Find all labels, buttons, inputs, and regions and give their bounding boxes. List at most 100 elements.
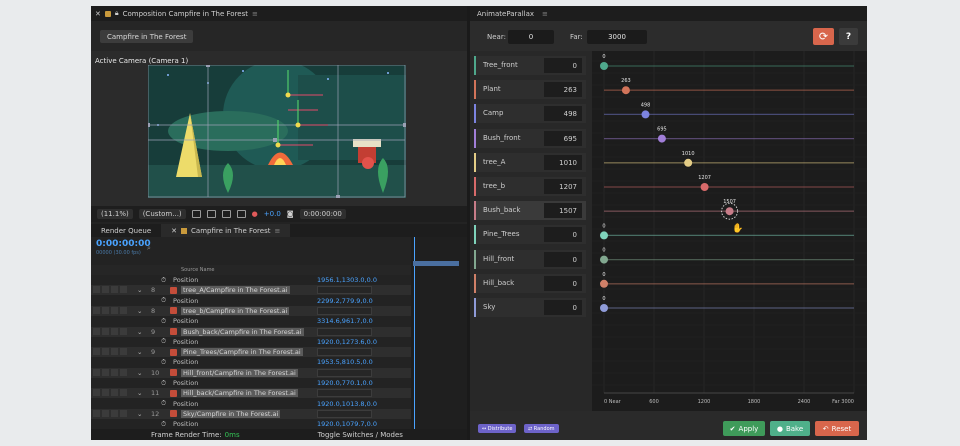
layer-row[interactable]: ⌄ 9 Bush_back/Campfire in The Forest.ai [91, 326, 411, 337]
layer-name[interactable]: Sky/Campfire in The Forest.ai [181, 409, 281, 418]
position-value[interactable]: 3314.6,961.7,0.0 [317, 317, 373, 325]
depth-handle[interactable] [600, 255, 608, 264]
depth-handle[interactable] [641, 110, 650, 119]
exposure-value[interactable]: +0.0 [264, 210, 281, 218]
layer-depth-input[interactable]: 0 [544, 300, 582, 315]
position-value[interactable]: 1920.0,1079.7,0.0 [317, 420, 377, 428]
layer-depth-item[interactable]: Pine_Trees 0 [474, 225, 586, 245]
work-area-bar[interactable] [413, 261, 459, 266]
refresh-button[interactable]: ⟳ [813, 28, 834, 45]
layer-depth-input[interactable]: 498 [544, 106, 582, 122]
tab-timeline-comp[interactable]: ✕ Campfire in The Forest ≡ [161, 224, 291, 237]
layer-name[interactable]: tree_A/Campfire in The Forest.ai [181, 286, 290, 295]
reset-button[interactable]: ↶ Reset [815, 421, 859, 436]
panel-menu-icon[interactable]: ≡ [274, 227, 280, 235]
expand-chevron-icon[interactable]: ⌄ [137, 307, 142, 315]
layer-switches[interactable] [93, 327, 143, 336]
snapshot-icon[interactable]: ◙ [287, 210, 294, 218]
layer-name[interactable]: Bush_back/Campfire in The Forest.ai [181, 327, 304, 336]
layer-row[interactable]: ⌄ 9 Pine_Trees/Campfire in The Forest.ai [91, 347, 411, 358]
layer-switches[interactable] [93, 286, 143, 294]
layer-depth-input[interactable]: 1207 [544, 179, 582, 194]
stopwatch-icon[interactable]: ⏱︎ [161, 337, 166, 346]
timeline-track-area[interactable] [411, 237, 467, 429]
depth-handle[interactable] [657, 134, 666, 143]
mask-visibility-icon[interactable] [221, 210, 231, 218]
layer-mode-switches[interactable] [317, 306, 372, 315]
depth-handle[interactable] [725, 207, 734, 216]
layer-depth-item[interactable]: Sky 0 [474, 298, 586, 317]
lock-icon[interactable]: 🔒︎ [115, 9, 119, 18]
layer-depth-item[interactable]: Hill_back 0 [474, 273, 586, 293]
viewer-timecode[interactable]: 0:00:00:00 [299, 209, 346, 219]
layer-row[interactable]: ⌄ 11 Hill_back/Campfire in The Forest.ai [91, 388, 411, 399]
expand-chevron-icon[interactable]: ⌄ [137, 286, 142, 294]
layer-mode-switches[interactable] [317, 327, 372, 336]
position-value[interactable]: 1920.0,1013.8,0.0 [317, 400, 377, 408]
property-row[interactable]: ⏱︎ Position 3314.6,961.7,0.0 [91, 316, 411, 327]
layer-depth-input[interactable]: 1507 [544, 203, 582, 219]
property-row[interactable]: ⏱︎ Position 1920.0,1013.8,0.0 [91, 398, 411, 409]
layer-depth-input[interactable]: 1010 [544, 154, 582, 170]
layer-depth-item[interactable]: Hill_front 0 [474, 249, 586, 269]
panel-menu-icon[interactable]: ≡ [252, 10, 258, 18]
expand-chevron-icon[interactable]: ⌄ [137, 348, 142, 356]
tab-render-queue[interactable]: Render Queue [91, 227, 161, 235]
depth-handle[interactable] [684, 158, 693, 167]
layer-mode-switches[interactable] [317, 368, 372, 377]
toggle-switches-modes[interactable]: Toggle Switches / Modes [318, 431, 403, 439]
stopwatch-icon[interactable]: ⏱︎ [161, 399, 166, 408]
property-row[interactable]: ⏱︎ Position 1920.0,1079.7,0.0 [91, 419, 411, 430]
layer-mode-switches[interactable] [317, 348, 372, 357]
layer-depth-item[interactable]: Bush_back 1507 [474, 201, 586, 221]
layer-depth-item[interactable]: Plant 263 [474, 80, 586, 100]
near-input[interactable]: 0 [508, 30, 554, 44]
layer-row[interactable]: ⌄ 8 tree_A/Campfire in The Forest.ai [91, 285, 411, 296]
help-button[interactable]: ? [839, 28, 858, 45]
distribute-button[interactable]: ↔ Distribute [478, 424, 517, 433]
current-time[interactable]: 0:00:00:00 [96, 239, 151, 249]
resolution-dropdown[interactable]: (Custom...) [138, 209, 186, 219]
position-value[interactable]: 1956.1,1303.0,0.0 [317, 276, 377, 284]
layer-row[interactable]: ⌄ 12 Sky/Campfire in The Forest.ai [91, 408, 411, 419]
region-of-interest-icon[interactable] [191, 210, 201, 218]
layer-depth-input[interactable]: 0 [544, 275, 582, 291]
depth-handle[interactable] [600, 231, 608, 240]
layer-switches[interactable] [93, 348, 143, 356]
far-input[interactable]: 3000 [587, 30, 647, 44]
stopwatch-icon[interactable]: ⏱︎ [161, 317, 166, 326]
property-row[interactable]: ⏱︎ Position 1920.0,1273.6,0.0 [91, 336, 411, 347]
depth-handle[interactable] [700, 183, 709, 191]
depth-graph[interactable]: 0 263 498 695 1010 1207 1507 0 0 0 0 ✋ 0 Near 600 1200… [592, 51, 867, 411]
layer-depth-input[interactable]: 695 [544, 130, 582, 146]
layer-depth-item[interactable]: Camp 498 [474, 104, 586, 124]
comp-name-chip[interactable]: Campfire in The Forest [100, 30, 194, 43]
stopwatch-icon[interactable]: ⏱︎ [161, 379, 166, 388]
depth-handle[interactable] [621, 86, 630, 95]
composition-viewer[interactable]: Active Camera (Camera 1) [91, 51, 467, 206]
layer-search-input[interactable]: ⌕︎ [147, 244, 267, 254]
layer-row[interactable]: ⌄ 10 Hill_front/Campfire in The Forest.ai [91, 367, 411, 378]
layer-depth-item[interactable]: tree_A 1010 [474, 152, 586, 172]
depth-handle[interactable] [600, 279, 608, 288]
layer-name[interactable]: Pine_Trees/Campfire in The Forest.ai [181, 348, 303, 357]
expand-chevron-icon[interactable]: ⌄ [137, 410, 142, 418]
position-value[interactable]: 2299.2,779.9,0.0 [317, 297, 373, 305]
panel-menu-icon[interactable]: ≡ [542, 10, 548, 18]
layer-mode-switches[interactable] [317, 389, 372, 398]
depth-handle[interactable] [600, 62, 608, 70]
layer-switches[interactable] [93, 306, 143, 315]
layer-depth-item[interactable]: Tree_front 0 [474, 56, 586, 75]
depth-graph-svg[interactable]: 0 263 498 695 1010 1207 1507 0 0 0 0 ✋ 0 Near 600 1200… [592, 51, 867, 411]
property-row[interactable]: ⏱︎ Position 1956.1,1303.0,0.0 [91, 275, 411, 285]
layer-row[interactable]: ⌄ 8 tree_b/Campfire in The Forest.ai [91, 305, 411, 316]
property-row[interactable]: ⏱︎ Position 2299.2,779.9,0.0 [91, 295, 411, 306]
layer-name[interactable]: tree_b/Campfire in The Forest.ai [181, 306, 290, 315]
stopwatch-icon[interactable]: ⏱︎ [161, 296, 166, 305]
depth-handle[interactable] [600, 304, 608, 312]
layer-depth-input[interactable]: 263 [544, 82, 582, 98]
expand-chevron-icon[interactable]: ⌄ [137, 369, 142, 377]
layer-switches[interactable] [93, 409, 143, 418]
color-channel-icon[interactable]: ● [252, 210, 258, 218]
position-value[interactable]: 1953.5,810.5,0.0 [317, 358, 373, 366]
